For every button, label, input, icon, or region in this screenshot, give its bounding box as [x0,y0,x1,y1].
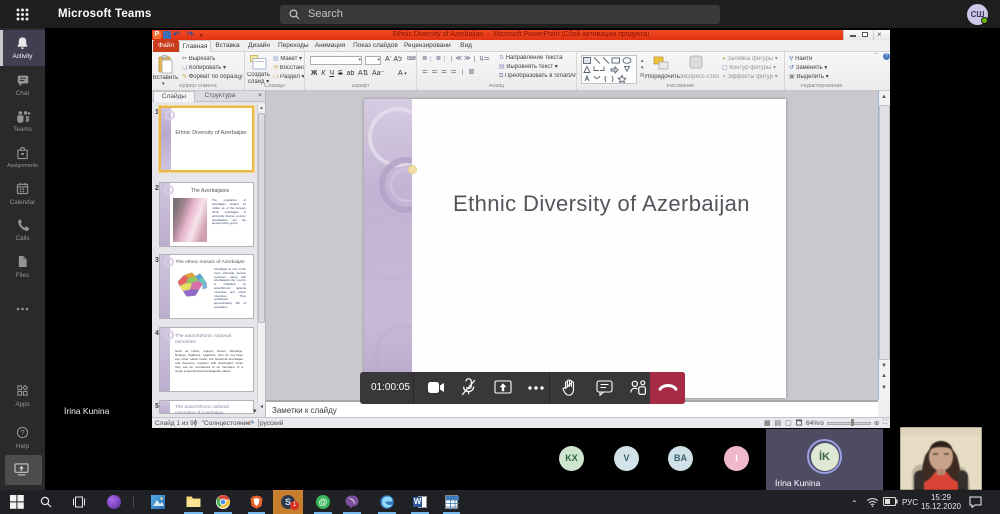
svg-text:?: ? [20,428,24,437]
